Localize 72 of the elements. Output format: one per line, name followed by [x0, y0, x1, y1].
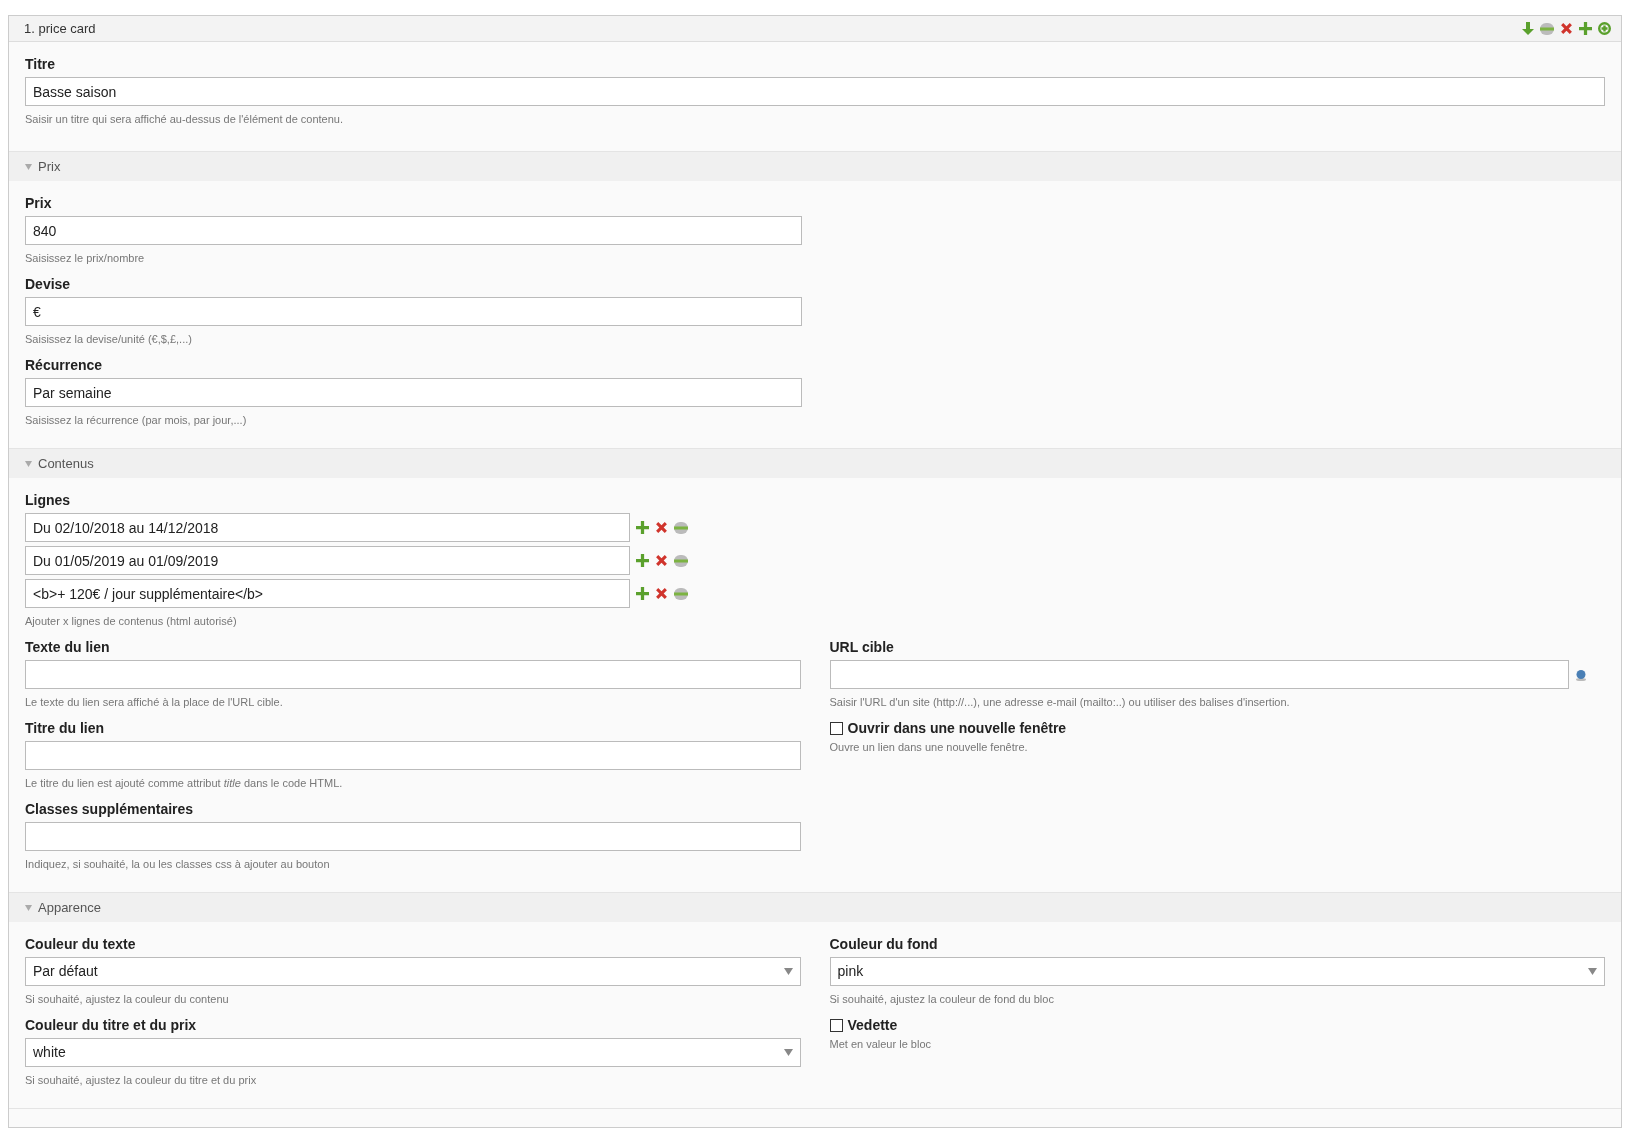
help-text: Ajouter x lignes de contenus (html autorisé)	[25, 614, 238, 629]
select-value: Par défaut	[33, 962, 98, 981]
line-field[interactable]: <b>+ 120€ / jour supplémentaire</b>	[25, 579, 630, 608]
checkbox[interactable]	[829, 721, 843, 735]
field-label: Couleur du texte	[25, 935, 137, 954]
field-label: Lignes	[25, 491, 72, 510]
field-label: Classes supplémentaires	[25, 800, 195, 819]
section-title: Contenus	[38, 454, 94, 473]
line-field[interactable]: Du 01/05/2019 au 01/09/2019	[25, 546, 630, 575]
section-header[interactable]: Contenus	[9, 449, 1621, 478]
help-text: Met en valeur le bloc	[829, 1037, 932, 1052]
select-field[interactable]: pink	[829, 957, 1605, 986]
help-text: Saisissez le prix/nombre	[25, 251, 146, 266]
help-text: Si souhaité, ajustez la couleur du contenu	[25, 992, 230, 1007]
section-header[interactable]: Prix	[9, 152, 1621, 181]
help-text: Saisissez la devise/unité (€,$,£,...)	[25, 332, 193, 347]
plus-icon[interactable]	[636, 587, 649, 600]
drag-handle-icon[interactable]	[674, 521, 688, 534]
add-circle-icon[interactable]	[1598, 22, 1611, 35]
move-down-icon[interactable]	[1522, 22, 1534, 35]
help-text: Indiquez, si souhaité, la ou les classes css à ajouter au bouton	[25, 857, 331, 872]
delete-icon[interactable]	[655, 554, 668, 567]
help-text: Ouvre un lien dans une nouvelle fenêtre.	[829, 740, 1029, 755]
dropdown-caret-icon	[1588, 968, 1597, 975]
checkbox-label: Ouvrir dans une nouvelle fenêtre	[847, 719, 1067, 738]
field-label: Couleur du fond	[829, 935, 939, 954]
field-label: Titre du lien	[25, 719, 106, 738]
field-label: Devise	[25, 275, 72, 294]
drag-handle-icon[interactable]	[674, 587, 688, 600]
field-label: Texte du lien	[25, 638, 111, 657]
help-text: Saisir l'URL d'un site (http://...), une adresse e-mail (mailto:..) ou utiliser des balises d'insertion.	[829, 695, 1291, 710]
panel-title: 1. price card	[24, 19, 96, 38]
plus-icon[interactable]	[636, 554, 649, 567]
link-picker-icon[interactable]	[1575, 668, 1587, 681]
text-field[interactable]: Par semaine	[25, 378, 802, 407]
delete-icon[interactable]	[1560, 22, 1573, 35]
section-header[interactable]: Apparence	[9, 893, 1621, 922]
field-label: Prix	[25, 194, 53, 213]
drag-handle-icon[interactable]	[1540, 22, 1554, 35]
checkbox[interactable]	[829, 1018, 843, 1032]
plus-icon[interactable]	[636, 521, 649, 534]
text-field[interactable]: €	[25, 297, 802, 326]
help-text: Saisissez la récurrence (par mois, par jour,...)	[25, 413, 248, 428]
select-value: pink	[837, 962, 864, 981]
help-text: Si souhaité, ajustez la couleur de fond du bloc	[829, 992, 1055, 1007]
url-field[interactable]	[829, 660, 1569, 689]
dropdown-caret-icon	[783, 1049, 793, 1056]
text-field[interactable]: Basse saison	[25, 77, 1605, 106]
checkbox-label: Vedette	[847, 1016, 898, 1035]
help-text: Si souhaité, ajustez la couleur du titre et du prix	[25, 1073, 258, 1088]
delete-icon[interactable]	[655, 521, 668, 534]
line-field[interactable]: Du 02/10/2018 au 14/12/2018	[25, 513, 630, 542]
field-label: Titre	[25, 55, 57, 74]
text-field[interactable]: 840	[25, 216, 802, 245]
select-field[interactable]: white	[25, 1038, 801, 1067]
plus-icon[interactable]	[1579, 22, 1592, 35]
help-text: Saisir un titre qui sera affiché au-dessus de l'élément de contenu.	[25, 112, 345, 127]
text-field[interactable]	[25, 741, 801, 770]
delete-icon[interactable]	[655, 587, 668, 600]
field-label: Récurrence	[25, 356, 104, 375]
field-label: Couleur du titre et du prix	[25, 1016, 198, 1035]
drag-handle-icon[interactable]	[674, 554, 688, 567]
section-title: Apparence	[38, 898, 101, 917]
dropdown-caret-icon	[783, 968, 793, 975]
select-field[interactable]: Par défaut	[25, 957, 801, 986]
help-text: Le texte du lien sera affiché à la place de l'URL cible.	[25, 695, 284, 710]
text-field[interactable]	[25, 822, 801, 851]
text-field[interactable]	[25, 660, 801, 689]
help-text: Le titre du lien est ajouté comme attribut title dans le code HTML.	[25, 776, 344, 791]
field-label: URL cible	[829, 638, 895, 657]
select-value: white	[33, 1043, 66, 1062]
section-title: Prix	[38, 157, 61, 176]
